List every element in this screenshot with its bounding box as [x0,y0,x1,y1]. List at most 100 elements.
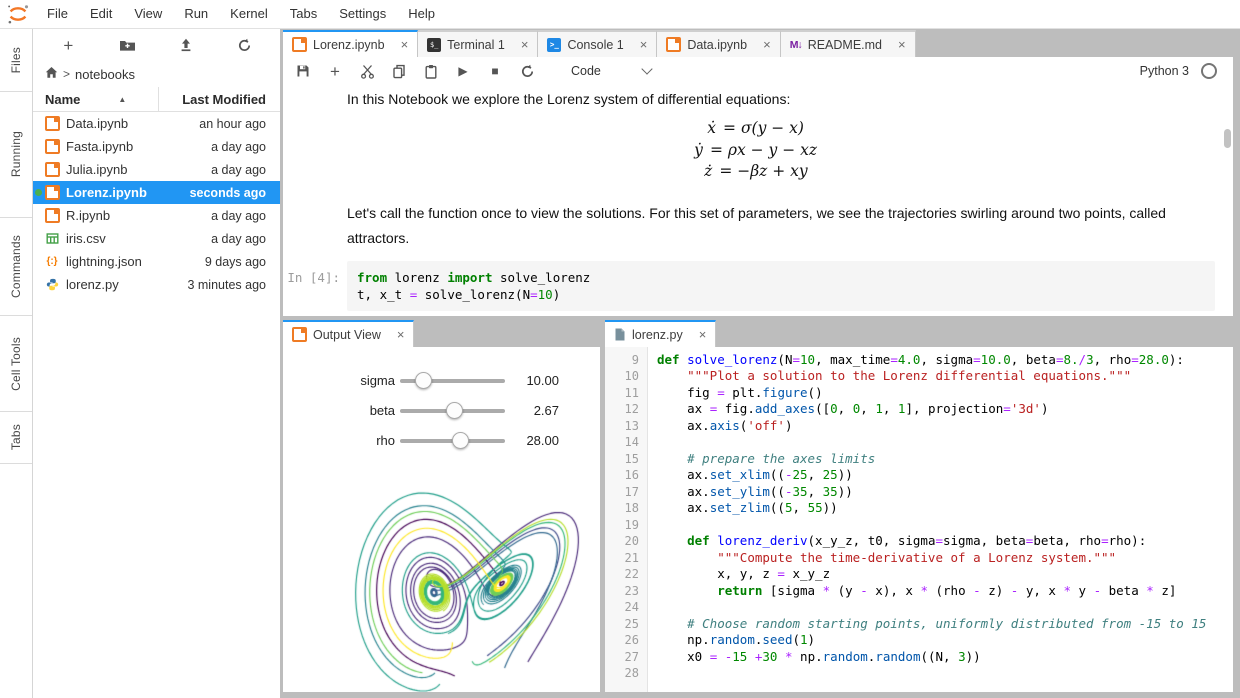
new-launcher-button[interactable]: + [56,33,80,57]
new-folder-icon [119,38,136,52]
copy-button[interactable] [389,61,409,81]
sidebar-tab-cell-tools[interactable]: Cell Tools [0,316,32,412]
kernel-idle-icon[interactable] [1201,63,1217,79]
upload-button[interactable] [174,33,198,57]
scrollbar-thumb[interactable] [1224,129,1231,148]
tab-terminal-1[interactable]: $_Terminal 1× [418,30,538,57]
new-folder-button[interactable] [115,33,139,57]
menu-kernel[interactable]: Kernel [219,0,279,28]
file-row-lorenz.ipynb[interactable]: Lorenz.ipynbseconds ago [33,181,280,204]
sidebar-tab-files[interactable]: Files [0,29,32,92]
cell-type-dropdown[interactable]: Code [571,64,601,78]
run-button[interactable]: ▶ [453,61,473,81]
sidebar-tab-commands[interactable]: Commands [0,218,32,316]
save-button[interactable] [293,61,313,81]
close-icon[interactable]: × [401,38,409,51]
tab-output-view[interactable]: Output View× [283,320,414,347]
close-icon[interactable]: × [397,328,405,341]
equation-line: ẋ= σ(y − x) [700,118,804,140]
equation-line: ẏ= ρx − y − xz [687,140,817,162]
running-kernel-dot [35,189,42,196]
file-row-iris.csv[interactable]: iris.csv a day ago [33,227,280,250]
restart-button[interactable] [517,61,537,81]
sort-ascending-icon[interactable]: ▲ [118,95,126,104]
slider-handle[interactable] [446,402,463,419]
file-list: Data.ipynban hour agoFasta.ipynba day ag… [33,112,280,296]
cut-button[interactable] [357,61,377,81]
file-list-header: Name ▲ Last Modified [33,87,280,112]
console-icon: >_ [547,38,561,52]
column-header-last-modified[interactable]: Last Modified [182,92,266,107]
refresh-button[interactable] [233,33,257,57]
slider-handle[interactable] [452,432,469,449]
slider-track[interactable] [400,409,505,413]
terminal-icon: $_ [427,38,441,52]
sidebar-tab-tabs[interactable]: Tabs [0,412,32,464]
code-line-10: 10 """Plot a solution to the Lorenz diff… [605,368,1233,385]
output-view-panel: Output View× sigma10.00beta2.67rho28.00 [283,320,600,692]
file-row-lightning.json[interactable]: {:}lightning.json9 days ago [33,250,280,273]
close-icon[interactable]: × [699,328,707,341]
file-name: iris.csv [66,231,106,246]
menu-run[interactable]: Run [173,0,219,28]
menu-help[interactable]: Help [397,0,446,28]
close-icon[interactable]: × [640,38,648,51]
file-modified: a day ago [211,163,266,177]
tab-lorenz-ipynb[interactable]: Lorenz.ipynb× [283,30,418,57]
output-view-tab-bar: Output View× [283,320,600,347]
equation-line: ż= −βz + xy [696,161,807,183]
menu-view[interactable]: View [123,0,173,28]
notebook-toolbar: + ▶ ■ Code Python 3 [283,57,1233,86]
paste-button[interactable] [421,61,441,81]
close-icon[interactable]: × [763,38,771,51]
sidebar-tab-running[interactable]: Running [0,92,32,218]
menu-settings[interactable]: Settings [328,0,397,28]
tab-readme-md[interactable]: M↓README.md× [781,30,916,57]
file-name: R.ipynb [66,208,110,223]
tab-label: Data.ipynb [687,38,747,52]
notebook-icon [666,37,681,52]
home-icon [45,66,58,79]
column-header-name[interactable]: Name [33,92,80,107]
kernel-name[interactable]: Python 3 [1140,64,1189,78]
file-row-data.ipynb[interactable]: Data.ipynban hour ago [33,112,280,135]
slider-label: sigma [283,373,395,388]
file-row-julia.ipynb[interactable]: Julia.ipynba day ago [33,158,280,181]
code-lines[interactable]: 89def solve_lorenz(N=10, max_time=4.0, s… [605,347,1233,682]
breadcrumb-path[interactable]: notebooks [75,67,135,82]
tab-lorenz-py[interactable]: lorenz.py× [605,320,716,347]
cell-editor[interactable]: from lorenz import solve_lorenzt, x_t = … [347,261,1215,311]
slider-track[interactable] [400,379,505,383]
file-modified: a day ago [211,232,266,246]
menu-edit[interactable]: Edit [79,0,123,28]
file-name: lightning.json [66,254,142,269]
stop-button[interactable]: ■ [485,61,505,81]
breadcrumb[interactable]: > notebooks [33,61,280,87]
file-row-r.ipynb[interactable]: R.ipynba day ago [33,204,280,227]
code-line-9: 9def solve_lorenz(N=10, max_time=4.0, si… [605,352,1233,369]
code-line-26: 26 np.random.seed(1) [605,632,1233,649]
code-line-16: 16 ax.set_xlim((-25, 25)) [605,467,1233,484]
menu-tabs[interactable]: Tabs [279,0,328,28]
slider-track[interactable] [400,439,505,443]
code-line-28: 28 [605,665,1233,682]
insert-cell-button[interactable]: + [325,61,345,81]
notebook-content[interactable]: In this Notebook we explore the Lorenz s… [283,85,1233,316]
chevron-down-icon[interactable] [641,63,652,74]
close-icon[interactable]: × [521,38,529,51]
tab-data-ipynb[interactable]: Data.ipynb × [657,30,780,57]
code-line-24: 24 [605,599,1233,616]
tab-console-1[interactable]: >_Console 1× [538,30,657,57]
home-icon[interactable] [45,66,58,82]
file-modified: 3 minutes ago [187,278,266,292]
code-line-15: 15 # prepare the axes limits [605,451,1233,468]
slider-label: rho [283,433,395,448]
sidebar-tab-label: Tabs [9,424,23,450]
editor-body[interactable]: 89def solve_lorenz(N=10, max_time=4.0, s… [605,347,1233,692]
code-line-25: 25 # Choose random starting points, unif… [605,616,1233,633]
slider-handle[interactable] [415,372,432,389]
file-row-lorenz.py[interactable]: lorenz.py3 minutes ago [33,273,280,296]
file-row-fasta.ipynb[interactable]: Fasta.ipynba day ago [33,135,280,158]
menu-file[interactable]: File [36,0,79,28]
close-icon[interactable]: × [898,38,906,51]
